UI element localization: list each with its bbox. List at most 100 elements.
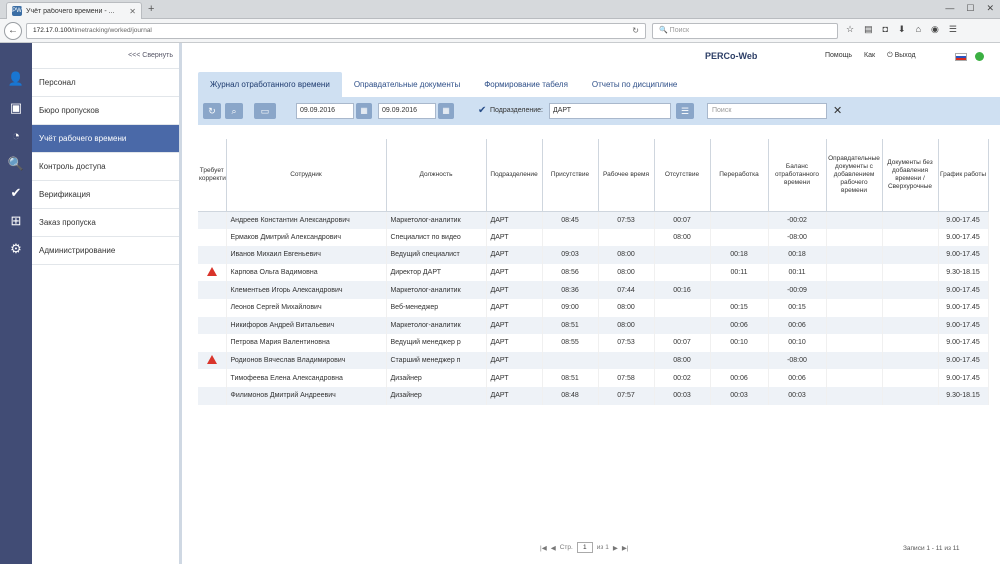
menu-item-pass-office[interactable]: Бюро пропусков <box>32 97 179 125</box>
cell-absence: 00:07 <box>654 334 711 352</box>
cell-schedule: 9.00-17.45 <box>938 316 989 335</box>
browser-navbar: ← 172.17.0.100/timetracking/worked/journ… <box>0 19 1000 43</box>
cell-presence: 08:51 <box>542 316 599 335</box>
menu-item-access-control[interactable]: Контроль доступа <box>32 153 179 181</box>
cell-position: Директор ДАРТ <box>386 263 487 282</box>
clear-search-icon[interactable]: ✕ <box>833 104 842 118</box>
date-from-input[interactable]: 09.09.2016 <box>296 103 354 119</box>
department-checkbox[interactable]: ✔ <box>478 105 486 116</box>
table-row[interactable]: Никифоров Андрей Витальевич Маркетолог-ан… <box>198 316 989 335</box>
table-row[interactable]: Карпова Ольга Вадимовна Директор ДАРТ ДАРТ… <box>198 263 989 282</box>
cell-docs_add <box>826 211 883 229</box>
cell-overtime: 00:11 <box>710 263 769 282</box>
tab-justification-docs[interactable]: Оправдательные документы <box>342 72 472 97</box>
menu-item-verification[interactable]: Верификация <box>32 181 179 209</box>
column-header[interactable]: Должность <box>386 139 487 212</box>
column-header[interactable]: Баланс отработанного времени <box>768 139 827 212</box>
zoom-search-icon[interactable]: ⌕ <box>225 103 243 119</box>
table-search-input[interactable]: Поиск <box>707 103 827 119</box>
collapse-menu-button[interactable]: <<< Свернуть <box>32 43 179 69</box>
search-icon[interactable]: 🔍 <box>6 154 26 174</box>
clock-person-icon[interactable]: ◔ <box>6 126 26 146</box>
department-list-icon[interactable]: ☰ <box>676 103 694 119</box>
user-link[interactable]: Как <box>864 52 875 60</box>
column-header[interactable]: Сотрудник <box>226 139 387 212</box>
column-header[interactable]: График работы <box>938 139 989 212</box>
menu-item-pass-order[interactable]: Заказ пропуска <box>32 209 179 237</box>
cell-docs_no <box>882 351 939 370</box>
next-page-icon[interactable]: ▶ <box>613 544 618 552</box>
verify-icon[interactable]: ✔ <box>6 183 26 203</box>
department-field[interactable]: ДАРТ <box>549 103 671 119</box>
column-header[interactable]: Подразделение <box>486 139 543 212</box>
language-flag-icon[interactable] <box>955 53 967 61</box>
bookmark-star-icon[interactable]: ☆ <box>846 24 854 35</box>
cell-work: 07:53 <box>598 334 655 352</box>
cell-docs_no <box>882 281 939 299</box>
date-to-input[interactable]: 09.09.2016 <box>378 103 436 119</box>
print-icon[interactable]: ▭ <box>254 103 276 119</box>
back-icon[interactable]: ← <box>4 22 22 40</box>
menu-icon[interactable]: ☰ <box>949 24 957 35</box>
table-row[interactable]: Андреев Константин Александрович Маркетол… <box>198 211 989 229</box>
cell-balance: -00:02 <box>768 211 827 229</box>
column-header[interactable]: Отсутствие <box>654 139 711 212</box>
page-input[interactable]: 1 <box>576 542 593 553</box>
person-icon[interactable]: 👤 <box>6 69 26 89</box>
table-row[interactable]: Родионов Вячеслав Владимирович Старший ме… <box>198 351 989 370</box>
cell-docs_no <box>882 228 939 247</box>
table-row[interactable]: Клементьев Игорь Александрович Маркетолог… <box>198 281 989 299</box>
first-page-icon[interactable]: |◀ <box>540 544 547 552</box>
column-header[interactable]: Переработка <box>710 139 769 212</box>
maximize-icon[interactable]: ☐ <box>966 3 974 14</box>
table-row[interactable]: Леонов Сергей Михайлович Веб-менеджер ДАРТ… <box>198 298 989 317</box>
cell-overtime <box>710 281 769 299</box>
column-header[interactable]: Документы без добавления времени / Сверх… <box>882 139 939 212</box>
cell-work: 08:00 <box>598 246 655 264</box>
logout-link[interactable]: ⏻ Выход <box>887 52 915 60</box>
table-row[interactable]: Тимофеева Елена Александровна Дизайнер ДАР… <box>198 369 989 387</box>
refresh-icon[interactable]: ↻ <box>203 103 221 119</box>
menu-item-time-tracking[interactable]: Учёт рабочего времени <box>32 125 179 153</box>
column-header[interactable]: Присутствие <box>542 139 599 212</box>
reading-list-icon[interactable]: ▤ <box>864 24 873 35</box>
table-row[interactable]: Ермаков Дмитрий Александрович Специалист … <box>198 228 989 247</box>
cell-docs_no <box>882 298 939 317</box>
calendar-from-icon[interactable]: ▦ <box>356 103 372 119</box>
help-link[interactable]: Помощь <box>825 52 852 60</box>
cell-balance: 00:11 <box>768 263 827 282</box>
table-row[interactable]: Филимонов Дмитрий Андреевич Дизайнер ДАРТ 0… <box>198 386 989 405</box>
gear-icon[interactable]: ⚙ <box>6 239 26 259</box>
add-card-icon[interactable]: ⊞ <box>6 211 26 231</box>
table-row[interactable]: Петрова Мария Валентиновна Ведущий менедж… <box>198 334 989 352</box>
calendar-to-icon[interactable]: ▦ <box>438 103 454 119</box>
tab-discipline-reports[interactable]: Отчеты по дисциплине <box>580 72 689 97</box>
home-icon[interactable]: ⌂ <box>916 24 921 35</box>
cell-docs_no <box>882 246 939 264</box>
close-window-icon[interactable]: ✕ <box>986 3 994 14</box>
records-count: Записи 1 - 11 из 11 <box>903 545 960 552</box>
menu-item-administration[interactable]: Администрирование <box>32 237 179 265</box>
prev-page-icon[interactable]: ◀ <box>551 544 556 552</box>
tab-timesheet[interactable]: Формирование табеля <box>472 72 580 97</box>
reload-icon[interactable]: ↻ <box>632 24 639 38</box>
url-field[interactable]: 172.17.0.100/timetracking/worked/journal… <box>26 23 646 39</box>
table-row[interactable]: Иванов Михаил Евгеньевич Ведущий специали… <box>198 246 989 264</box>
new-tab-icon[interactable]: + <box>148 3 154 15</box>
column-header[interactable]: Требует корректировки <box>198 139 227 212</box>
menu-item-personnel[interactable]: Персонал <box>32 69 179 97</box>
last-page-icon[interactable]: ▶| <box>622 544 629 552</box>
download-icon[interactable]: ⬇ <box>898 24 906 35</box>
id-card-icon[interactable]: ▣ <box>6 98 26 118</box>
tab-worked-time-journal[interactable]: Журнал отработанного времени <box>198 72 342 97</box>
browser-tab[interactable]: PW Учёт рабочего времени - ... ✕ <box>6 2 142 19</box>
minimize-icon[interactable]: — <box>945 3 954 14</box>
connection-status-icon <box>975 52 984 61</box>
pocket-icon[interactable]: ◘ <box>883 24 888 35</box>
close-tab-icon[interactable]: ✕ <box>129 7 136 16</box>
extension-icon[interactable]: ◉ <box>931 24 939 35</box>
cell-presence: 08:55 <box>542 334 599 352</box>
browser-search-input[interactable]: 🔍 Поиск <box>652 23 838 39</box>
column-header[interactable]: Оправдательные документы с добавлением р… <box>826 139 883 212</box>
column-header[interactable]: Рабочее время <box>598 139 655 212</box>
